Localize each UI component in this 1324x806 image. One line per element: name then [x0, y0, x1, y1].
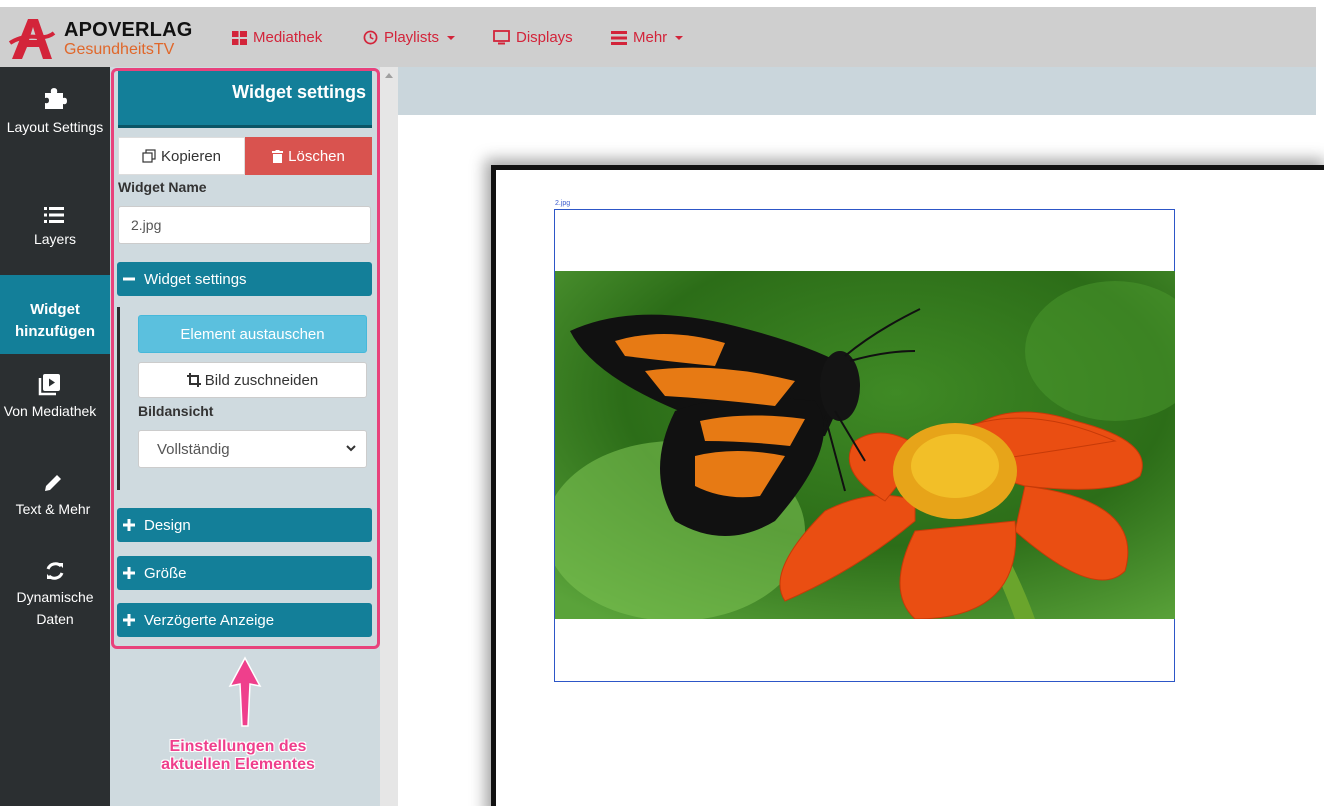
sidebar-item-label: Widget hinzufügen: [15, 301, 95, 340]
puzzle-icon: [45, 88, 67, 109]
canvas-toolbar-strip: [398, 67, 1316, 115]
nav-mediathek-label: Mediathek: [253, 29, 323, 46]
panel-title: Widget settings: [118, 70, 372, 128]
delete-button-label: Löschen: [288, 147, 345, 165]
nav-mehr-label: Mehr: [633, 29, 668, 46]
nav-mehr[interactable]: Mehr: [611, 29, 684, 46]
sidebar-item-label: Layout Settings: [6, 119, 104, 135]
scroll-up-arrow-icon[interactable]: [385, 73, 393, 78]
delete-button[interactable]: Löschen: [245, 137, 372, 175]
chevron-down-icon: [346, 445, 356, 452]
pencil-icon: [45, 475, 61, 491]
sidebar-item-von-mediathek[interactable]: Von Mediathek: [0, 372, 112, 422]
section-groesse[interactable]: Größe: [117, 556, 372, 590]
section-body-indicator: [117, 307, 120, 490]
widget-name-label: Widget Name: [118, 179, 207, 195]
section-verzoegerte-anzeige[interactable]: Verzögerte Anzeige: [117, 603, 372, 637]
grid-icon: [232, 30, 247, 45]
crop-button-label: Bild zuschneiden: [204, 371, 319, 389]
trash-icon: [272, 149, 284, 163]
widget-name-input[interactable]: [118, 206, 371, 244]
sidebar-item-widget-hinzufuegen[interactable]: Widget hinzufügen: [0, 275, 110, 354]
sidebar-item-label: Von Mediathek: [3, 403, 97, 419]
plus-icon: [123, 567, 135, 579]
nav-mediathek[interactable]: Mediathek: [232, 29, 322, 46]
sidebar-item-label: Layers: [33, 231, 77, 247]
tool-sidebar: Layout Settings Layers Widget hinzufügen…: [0, 67, 110, 806]
crop-icon: [186, 373, 201, 387]
panel-scrollbar[interactable]: [380, 67, 398, 806]
media-library-icon: [38, 374, 60, 396]
copy-icon: [142, 149, 156, 163]
brand-name[interactable]: APOVERLAG: [64, 19, 192, 42]
chevron-down-icon: [675, 35, 684, 40]
sidebar-item-text-mehr[interactable]: Text & Mehr: [0, 472, 112, 520]
copy-button-label: Kopieren: [160, 147, 222, 165]
chevron-down-icon: [447, 35, 456, 40]
plus-icon: [123, 519, 135, 531]
bildansicht-select[interactable]: Vollständig: [138, 430, 367, 468]
section-widget-settings-label: Widget settings: [144, 270, 247, 288]
nav-playlists-label: Playlists: [384, 29, 440, 46]
section-widget-settings[interactable]: Widget settings: [117, 262, 372, 296]
section-groesse-label: Größe: [144, 564, 187, 582]
sidebar-item-layout-settings[interactable]: Layout Settings: [0, 84, 110, 138]
section-verzoegerte-anzeige-label: Verzögerte Anzeige: [144, 611, 275, 629]
butterfly-photo[interactable]: [555, 271, 1175, 619]
apoverlag-logo-icon[interactable]: [8, 13, 58, 63]
sidebar-item-dynamische-daten[interactable]: Dynamische Daten: [0, 560, 110, 630]
copy-button[interactable]: Kopieren: [118, 137, 245, 175]
annotation-text: Einstellungen des aktuellen Elementes: [161, 738, 315, 773]
sidebar-item-label: Text & Mehr: [15, 501, 91, 517]
annotation-arrow-icon: [228, 656, 262, 727]
sidebar-item-layers[interactable]: Layers: [0, 206, 110, 250]
refresh-icon: [46, 562, 64, 580]
crop-image-button[interactable]: Bild zuschneiden: [138, 362, 367, 398]
exchange-element-button[interactable]: Element austauschen: [138, 315, 367, 353]
bildansicht-selected-value: Vollständig: [157, 440, 230, 458]
nav-displays[interactable]: Displays: [493, 29, 573, 46]
nav-displays-label: Displays: [516, 29, 573, 46]
nav-playlists[interactable]: Playlists: [363, 29, 456, 46]
monitor-icon: [493, 30, 510, 45]
widget-name-tag: 2.jpg: [555, 200, 571, 207]
layers-list-icon: [44, 207, 64, 223]
bildansicht-label: Bildansicht: [138, 403, 214, 419]
list-icon: [611, 30, 627, 45]
sidebar-item-label: Dynamische Daten: [16, 589, 94, 627]
brand-subtitle[interactable]: GesundheitsTV: [64, 41, 174, 59]
section-design[interactable]: Design: [117, 508, 372, 542]
top-navbar: APOVERLAG GesundheitsTV Mediathek Playli…: [0, 7, 1316, 67]
plus-icon: [123, 614, 135, 626]
clock-icon: [363, 30, 378, 45]
section-design-label: Design: [144, 516, 191, 534]
minus-icon: [123, 277, 135, 281]
